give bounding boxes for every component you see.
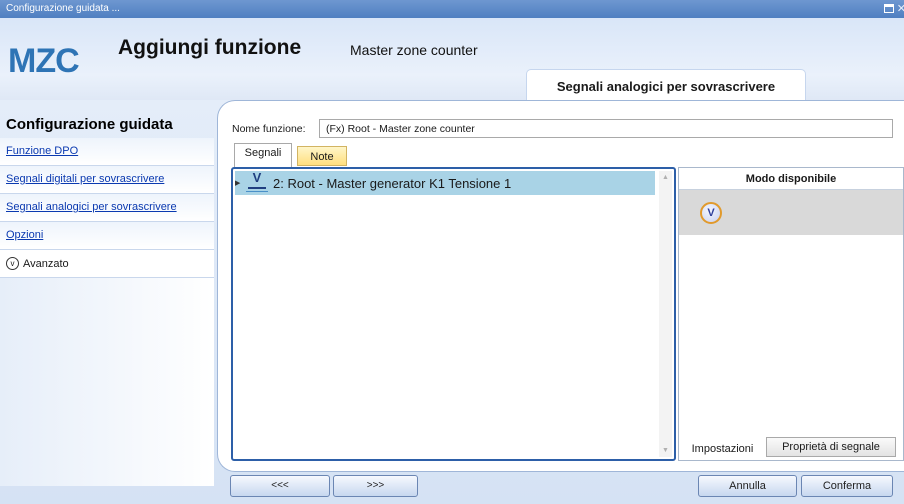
signal-scrollbar[interactable]: ▲ ▼ <box>659 171 672 457</box>
page-subtitle: Master zone counter <box>350 42 478 58</box>
modes-panel: Modo disponibile V Impostazioni Propriet… <box>678 167 904 461</box>
close-icon[interactable]: ✕ <box>897 0 904 18</box>
next-button[interactable]: >>> <box>333 475 418 497</box>
tab-signals[interactable]: Segnali <box>234 143 292 167</box>
sidebar-list: Funzione DPO Segnali digitali per sovras… <box>0 138 214 486</box>
tab-signal-properties[interactable]: Proprietà di segnale <box>766 437 896 457</box>
sidebar-fill <box>0 278 214 486</box>
step-title: Segnali analogici per sovrascrivere <box>526 69 806 100</box>
tab-notes[interactable]: Note <box>297 146 347 166</box>
scroll-down-icon[interactable]: ▼ <box>659 444 672 457</box>
cancel-button[interactable]: Annulla <box>698 475 797 497</box>
sidebar-item-segnali-analogici[interactable]: Segnali analogici per sovrascrivere <box>0 194 214 222</box>
page-title: Aggiungi funzione <box>118 36 302 59</box>
signal-list: ▶ V 2: Root - Master generator K1 Tensio… <box>231 167 676 461</box>
sidebar: Configurazione guidata Funzione DPO Segn… <box>0 100 216 486</box>
confirm-button[interactable]: Conferma <box>801 475 893 497</box>
sidebar-item-avanzato[interactable]: v Avanzato <box>0 250 214 278</box>
signal-row[interactable]: ▶ V 2: Root - Master generator K1 Tensio… <box>235 170 655 195</box>
sidebar-item-segnali-digitali[interactable]: Segnali digitali per sovrascrivere <box>0 166 214 194</box>
sidebar-item-funzione-dpo[interactable]: Funzione DPO <box>0 138 214 166</box>
function-name-label: Nome funzione: <box>232 123 306 135</box>
maximize-icon[interactable] <box>884 4 894 13</box>
function-name-input[interactable] <box>319 119 893 138</box>
tab-settings[interactable]: Impostazioni <box>679 436 766 460</box>
sidebar-heading: Configurazione guidata <box>6 116 173 133</box>
previous-button[interactable]: <<< <box>230 475 330 497</box>
modes-header: Modo disponibile <box>679 168 903 190</box>
row-selector-icon: ▶ <box>235 180 241 187</box>
scroll-up-icon[interactable]: ▲ <box>659 171 672 184</box>
v-mode-icon[interactable]: V <box>700 202 722 224</box>
modes-row: V <box>679 190 903 235</box>
mzc-logo: MZC <box>8 42 80 80</box>
advanced-label: Avanzato <box>23 257 69 270</box>
sidebar-item-opzioni[interactable]: Opzioni <box>0 222 214 250</box>
window-titlebar: Configurazione guidata ... ✕ <box>0 0 904 18</box>
content-panel: Nome funzione: Segnali Note ▶ V 2: Root … <box>217 100 904 472</box>
signal-label: 2: Root - Master generator K1 Tensione 1 <box>273 175 512 191</box>
header: MZC Aggiungi funzione Master zone counte… <box>0 18 904 100</box>
voltage-v-icon: V <box>243 170 271 193</box>
chevron-down-icon: v <box>6 257 19 270</box>
window-title: Configurazione guidata ... <box>6 3 120 14</box>
